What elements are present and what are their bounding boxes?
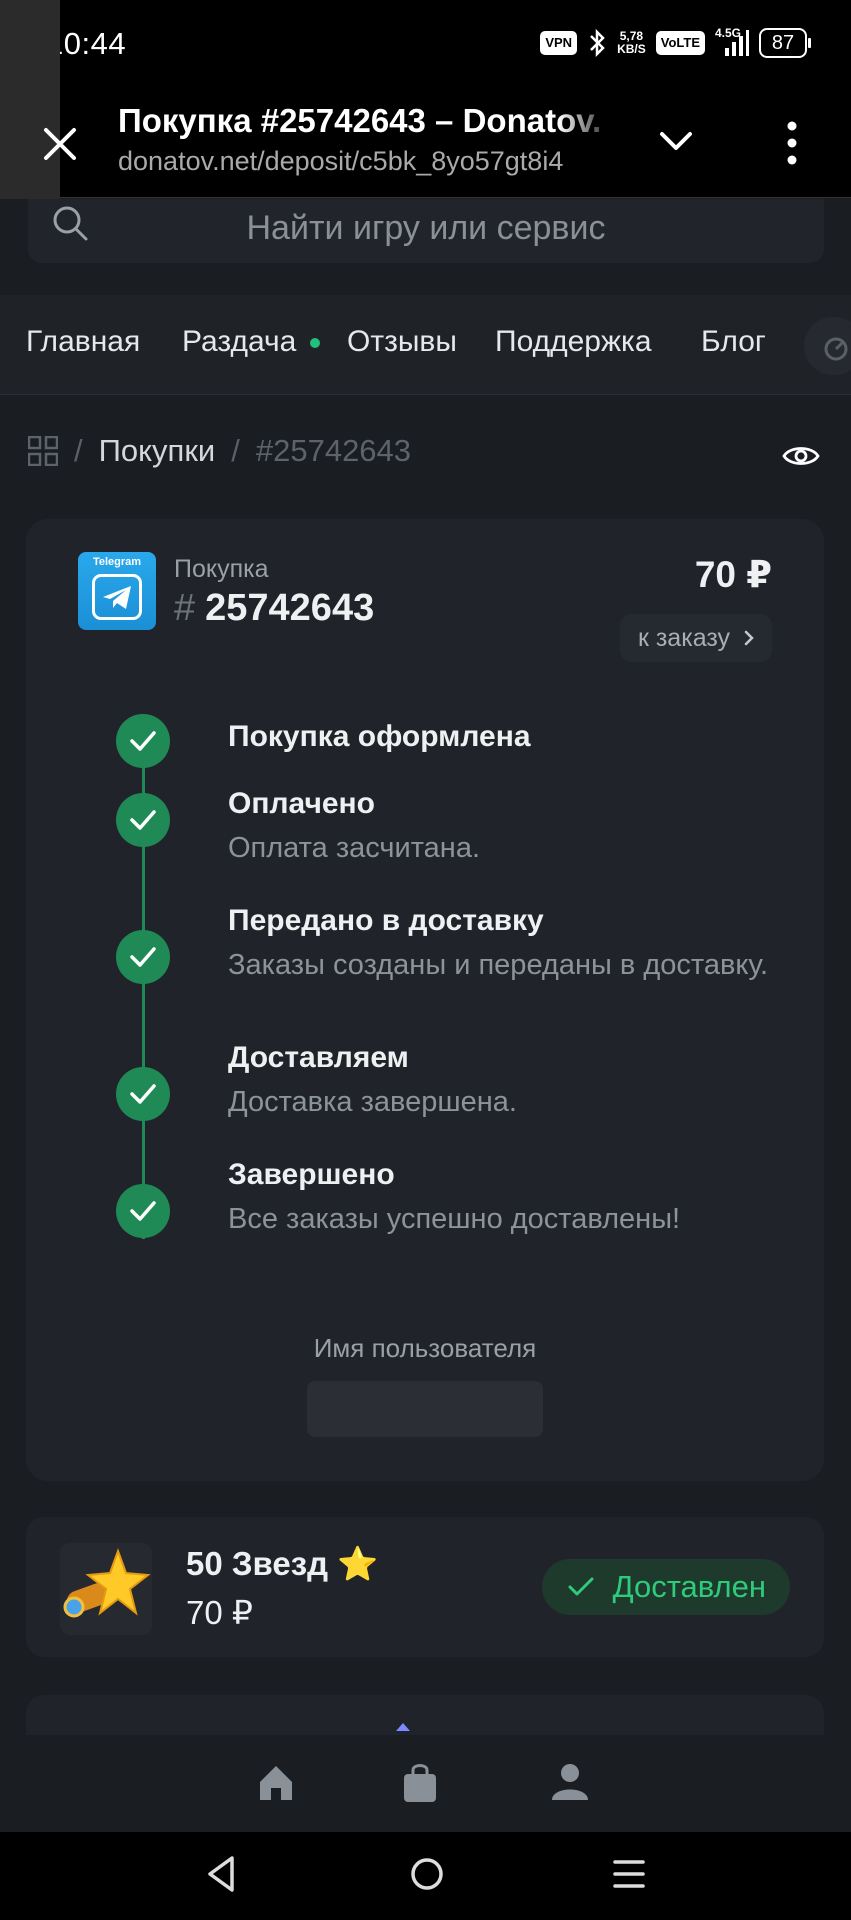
- close-icon[interactable]: [36, 120, 84, 168]
- home-icon[interactable]: [254, 1760, 298, 1804]
- check-icon: [116, 793, 170, 847]
- main-nav: Главная Раздача Отзывы Поддержка Блог: [0, 295, 851, 395]
- check-icon: [568, 1577, 594, 1596]
- breadcrumb: / Покупки / #25742643: [28, 431, 411, 471]
- chevron-down-icon[interactable]: [656, 122, 696, 162]
- chevron-right-icon: [744, 630, 754, 646]
- status-bar: 10:44 VPN 5,78 KB/S VoLTE 4.5G 87: [0, 0, 851, 92]
- scroll-indicator: [396, 1723, 410, 1731]
- step-description: Оплата засчитана.: [228, 832, 481, 864]
- theme-toggle-button[interactable]: [804, 317, 851, 375]
- battery-icon: 87: [759, 28, 811, 58]
- browser-toolbar: Покупка #25742643 – Donatov. donatov.net…: [0, 0, 851, 290]
- recents-icon[interactable]: [612, 1854, 646, 1894]
- volte-icon: VoLTE: [655, 31, 705, 55]
- page-title: Покупка #25742643 – Donatov.: [118, 102, 602, 139]
- bluetooth-icon: [590, 29, 605, 57]
- breadcrumb-purchases[interactable]: Покупки: [99, 433, 216, 469]
- item-price: 70 ₽: [186, 1594, 253, 1631]
- search-input[interactable]: Найти игру или сервис: [28, 199, 824, 263]
- status-icons: VPN 5,78 KB/S VoLTE 4.5G 87: [540, 26, 811, 58]
- logo-text: Telegram: [92, 556, 142, 568]
- stars-image: [60, 1543, 152, 1635]
- next-card: [26, 1695, 824, 1735]
- item-name: 50 Звезд ⭐: [186, 1545, 379, 1582]
- search-placeholder: Найти игру или сервис: [246, 209, 606, 247]
- to-order-button[interactable]: к заказу: [619, 614, 772, 662]
- grid-icon[interactable]: [28, 436, 58, 466]
- breadcrumb-separator: /: [231, 433, 240, 468]
- purchase-label: Покупка: [174, 555, 269, 583]
- check-icon: [116, 930, 170, 984]
- username-label: Имя пользователя: [313, 1333, 537, 1363]
- step-title: Завершено: [228, 1158, 395, 1191]
- eye-icon[interactable]: [782, 441, 820, 471]
- check-icon: [116, 1067, 170, 1121]
- username-field[interactable]: [307, 1381, 543, 1437]
- nav-item-reviews[interactable]: Отзывы: [347, 325, 457, 359]
- check-icon: [116, 1184, 170, 1238]
- bottom-nav: [0, 1736, 851, 1832]
- status-badge: Доставлен: [542, 1559, 790, 1615]
- live-dot: [310, 338, 321, 349]
- step-title: Доставляем: [228, 1041, 409, 1074]
- breadcrumb-separator: /: [74, 433, 83, 468]
- check-icon: [116, 714, 170, 768]
- telegram-logo: Telegram: [78, 552, 156, 630]
- nav-item-giveaway[interactable]: Раздача: [182, 325, 321, 359]
- step-title: Покупка оформлена: [228, 720, 531, 753]
- nav-item-blog[interactable]: Блог: [701, 325, 766, 359]
- signal-icon: 4.5G: [715, 26, 749, 58]
- step-description: Все заказы успешно доставлены!: [228, 1203, 681, 1235]
- status-label: Доставлен: [612, 1569, 766, 1604]
- vpn-icon: VPN: [540, 31, 578, 55]
- order-item-card[interactable]: 50 Звезд ⭐ 70 ₽ Доставлен: [26, 1517, 824, 1657]
- timer-icon: [824, 337, 848, 361]
- network-speed: 5,78 KB/S: [617, 29, 646, 56]
- more-menu-icon[interactable]: [780, 118, 804, 168]
- breadcrumb-current: #25742643: [255, 433, 412, 468]
- step-title: Передано в доставку: [228, 904, 544, 937]
- nav-item-home[interactable]: Главная: [26, 325, 140, 359]
- step-title: Оплачено: [228, 787, 375, 820]
- step-description: Доставка завершена.: [228, 1086, 517, 1118]
- purchase-price: 70 ₽: [694, 554, 772, 595]
- purchase-number: #25742643: [174, 587, 375, 629]
- page-content: Найти игру или сервис Главная Раздача От…: [0, 199, 851, 1735]
- nav-item-support[interactable]: Поддержка: [495, 325, 652, 359]
- step-description: Заказы созданы и переданы в доставку.: [228, 949, 769, 981]
- page-url[interactable]: donatov.net/deposit/c5bk_8yo57gt8i4: [118, 146, 618, 177]
- telegram-icon: [92, 574, 142, 620]
- back-icon[interactable]: [204, 1854, 238, 1894]
- system-navigation-bar: [0, 1832, 851, 1920]
- shopping-bag-icon[interactable]: [398, 1760, 442, 1804]
- profile-icon[interactable]: [548, 1760, 592, 1804]
- purchase-card: Telegram Покупка #25742643 70 ₽ к заказу…: [26, 519, 824, 1481]
- home-button-icon[interactable]: [407, 1854, 447, 1894]
- to-order-label: к заказу: [637, 624, 730, 652]
